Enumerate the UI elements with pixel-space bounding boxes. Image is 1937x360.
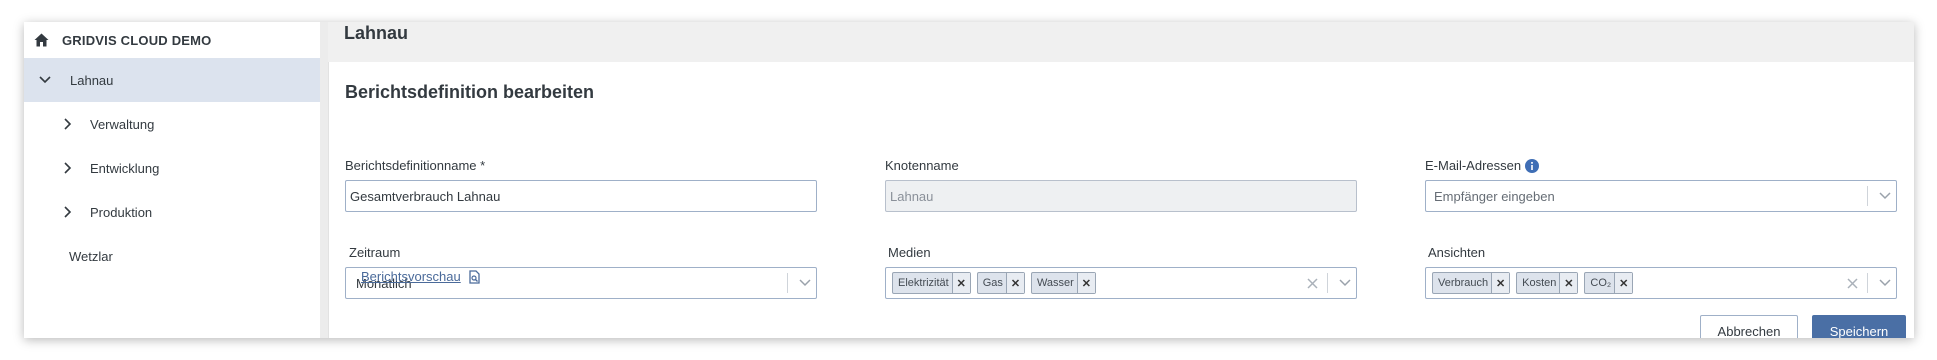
sidebar-item-label: Entwicklung: [90, 160, 160, 176]
separator: [1867, 186, 1868, 206]
sidebar-divider: [320, 22, 328, 338]
home-icon: [33, 32, 49, 48]
clear-icon[interactable]: [1845, 277, 1859, 289]
views-tag: CO₂ ✕: [1584, 272, 1634, 294]
remove-tag-icon[interactable]: ✕: [951, 273, 970, 293]
chevron-down-icon[interactable]: [794, 279, 816, 287]
sidebar-item-lahnau[interactable]: Lahnau: [24, 58, 320, 102]
separator: [1327, 273, 1328, 293]
preview-link[interactable]: Berichtsvorschau: [361, 269, 480, 284]
views-tag: Kosten ✕: [1516, 272, 1579, 294]
sidebar-item-label: Lahnau: [70, 72, 114, 88]
email-label-group: E-Mail-Adressen: [1425, 158, 1540, 173]
email-placeholder: Empfänger eingeben: [1434, 188, 1555, 204]
media-select[interactable]: Elektrizität ✕ Gas ✕ Wasser ✕: [885, 267, 1357, 299]
media-select-indicators: [1305, 273, 1356, 293]
sidebar-item-label: Produktion: [90, 204, 153, 220]
sidebar-item-label: Wetzlar: [69, 248, 113, 264]
clear-icon[interactable]: [1305, 277, 1319, 289]
email-label: E-Mail-Adressen: [1425, 158, 1522, 173]
sidebar-item-label: Verwaltung: [90, 116, 155, 132]
remove-tag-icon[interactable]: ✕: [1076, 273, 1095, 293]
tag-label: CO₂: [1590, 277, 1612, 289]
sidebar-item-produktion[interactable]: Produktion: [24, 190, 320, 234]
remove-tag-icon[interactable]: ✕: [1491, 273, 1510, 293]
email-select-indicators: [1861, 186, 1896, 206]
views-select-indicators: [1845, 273, 1896, 293]
name-label: Berichtsdefinitionname *: [345, 158, 486, 173]
chevron-right-icon[interactable]: [62, 206, 74, 218]
period-select-indicators: [781, 273, 816, 293]
name-input[interactable]: [346, 181, 816, 211]
node-label: Knotenname: [885, 158, 959, 173]
separator: [787, 273, 788, 293]
remove-tag-icon[interactable]: ✕: [1005, 273, 1024, 293]
sidebar-root[interactable]: GRIDVIS CLOUD DEMO: [24, 22, 320, 58]
period-label: Zeitraum: [349, 245, 401, 260]
views-select[interactable]: Verbrauch ✕ Kosten ✕ CO₂ ✕: [1425, 267, 1897, 299]
separator: [1867, 273, 1868, 293]
email-select[interactable]: Empfänger eingeben: [1425, 180, 1897, 212]
info-icon[interactable]: [1525, 158, 1540, 173]
page-title: Lahnau: [344, 23, 409, 43]
chevron-down-icon[interactable]: [1874, 279, 1896, 287]
document-preview-icon[interactable]: [469, 269, 480, 284]
node-field: [885, 180, 1357, 212]
views-label: Ansichten: [1428, 245, 1486, 260]
media-tag: Wasser ✕: [1030, 272, 1096, 294]
media-tag: Gas ✕: [976, 272, 1025, 294]
node-input: [886, 181, 1356, 211]
cancel-button[interactable]: Abbrechen: [1700, 315, 1798, 338]
tag-label: Wasser: [1036, 277, 1074, 289]
media-tag: Elektrizität ✕: [892, 272, 971, 294]
sidebar-item-entwicklung[interactable]: Entwicklung: [24, 146, 320, 190]
form-title: Berichtsdefinition bearbeiten: [345, 82, 595, 102]
edit-form-card: Berichtsdefinition bearbeiten Berichtsde…: [328, 62, 1914, 338]
preview-link-label: Berichtsvorschau: [361, 269, 461, 284]
views-tag: Verbrauch ✕: [1432, 272, 1511, 294]
sidebar-item-verwaltung[interactable]: Verwaltung: [24, 102, 320, 146]
chevron-down-icon[interactable]: [1874, 192, 1896, 200]
sidebar-item-wetzlar[interactable]: Wetzlar: [24, 234, 320, 278]
tag-label: Gas: [982, 277, 1003, 289]
sidebar-root-label: GRIDVIS CLOUD DEMO: [62, 32, 212, 48]
main-content: Lahnau Berichtsdefinition bearbeiten Ber…: [328, 22, 1914, 338]
name-field[interactable]: [345, 180, 817, 212]
save-button[interactable]: Speichern: [1812, 315, 1906, 338]
tag-label: Verbrauch: [1438, 277, 1489, 289]
remove-tag-icon[interactable]: ✕: [1559, 273, 1578, 293]
remove-tag-icon[interactable]: ✕: [1614, 273, 1633, 293]
chevron-right-icon[interactable]: [62, 118, 74, 130]
tag-label: Kosten: [1522, 277, 1557, 289]
app-window: GRIDVIS CLOUD DEMO Lahnau Verwaltung Ent…: [24, 22, 1914, 338]
chevron-down-icon[interactable]: [1334, 279, 1356, 287]
media-label: Medien: [888, 245, 931, 260]
chevron-down-icon[interactable]: [39, 74, 51, 86]
chevron-right-icon[interactable]: [62, 162, 74, 174]
sidebar-tree: GRIDVIS CLOUD DEMO Lahnau Verwaltung Ent…: [24, 22, 320, 338]
tag-label: Elektrizität: [898, 277, 949, 289]
